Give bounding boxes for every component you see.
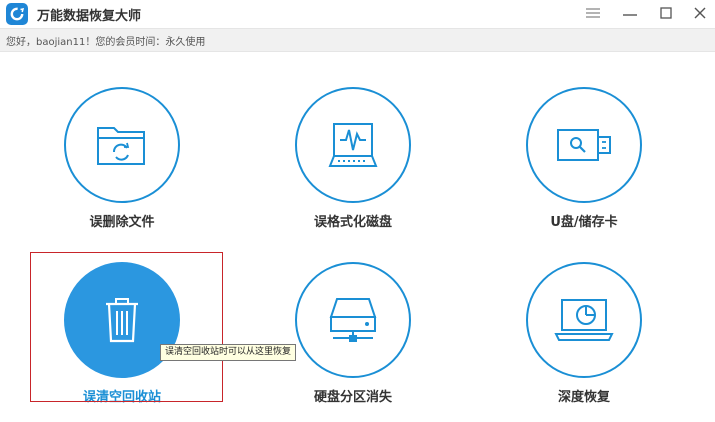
member-info-text: 您好，baojian11！您的会员时间：永久使用: [6, 37, 206, 48]
tile-partition-lost[interactable]: 硬盘分区消失: [283, 262, 423, 422]
refresh-logo-icon: [6, 3, 28, 25]
info-bar: 您好，baojian11！您的会员时间：永久使用: [0, 28, 715, 52]
title-bar: 万能数据恢复大师: [0, 0, 715, 28]
laptop-scan-icon: [526, 262, 642, 378]
hamburger-menu-icon[interactable]: [583, 4, 603, 22]
tile-label: U盘/储存卡: [550, 215, 618, 230]
tooltip: 误清空回收站时可以从这里恢复: [160, 344, 297, 361]
tile-formatted-disk[interactable]: 误格式化磁盘: [283, 87, 423, 247]
disk-waveform-icon: [295, 87, 411, 203]
usb-drive-search-icon: [526, 87, 642, 203]
tile-usb-card[interactable]: U盘/储存卡: [514, 87, 654, 247]
selection-highlight: [30, 252, 223, 402]
minimize-icon[interactable]: [620, 4, 640, 22]
app-title: 万能数据恢复大师: [37, 9, 142, 24]
folder-recycle-icon: [64, 87, 180, 203]
tile-label: 深度恢复: [557, 390, 610, 405]
maximize-icon[interactable]: [656, 4, 676, 22]
close-icon[interactable]: [690, 4, 710, 22]
hard-drive-network-icon: [295, 262, 411, 378]
tile-deep-recovery[interactable]: 深度恢复: [514, 262, 654, 422]
tile-label: 误删除文件: [89, 215, 155, 230]
tile-label: 误格式化磁盘: [313, 215, 392, 230]
tile-label: 硬盘分区消失: [313, 390, 392, 405]
tile-deleted-files[interactable]: 误删除文件: [52, 87, 192, 247]
